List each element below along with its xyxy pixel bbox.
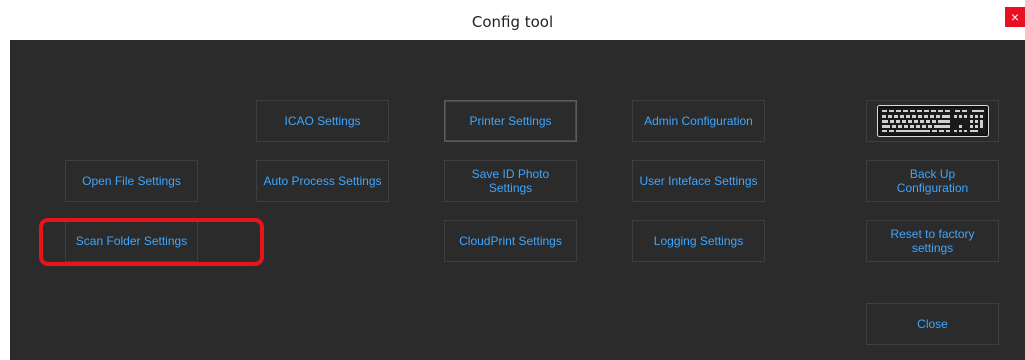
- open-file-settings-button[interactable]: Open File Settings: [65, 160, 198, 202]
- title-bar: Config tool ×: [0, 0, 1025, 40]
- keyboard-icon: [876, 105, 989, 137]
- cloudprint-settings-label: CloudPrint Settings: [459, 234, 562, 248]
- auto-process-settings-label: Auto Process Settings: [263, 174, 382, 188]
- close-label: Close: [917, 317, 948, 331]
- back-up-configuration-label: Back Up Configuration: [896, 167, 969, 195]
- printer-settings-button[interactable]: Printer Settings: [444, 100, 577, 142]
- save-id-photo-settings-label: Save ID Photo Settings: [471, 167, 550, 195]
- user-interface-settings-label: User Inteface Settings: [639, 174, 758, 188]
- logging-settings-label: Logging Settings: [653, 234, 744, 248]
- cloudprint-settings-button[interactable]: CloudPrint Settings: [444, 220, 577, 262]
- reset-to-factory-settings-button[interactable]: Reset to factory settings: [866, 220, 999, 262]
- keyboard-button[interactable]: [866, 100, 999, 142]
- close-button[interactable]: Close: [866, 303, 999, 345]
- scan-folder-settings-button[interactable]: Scan Folder Settings: [65, 220, 198, 262]
- window-title: Config tool: [471, 13, 554, 31]
- scan-folder-settings-label: Scan Folder Settings: [75, 234, 188, 248]
- open-file-settings-label: Open File Settings: [82, 174, 181, 188]
- window-close-button[interactable]: ×: [1005, 7, 1025, 27]
- logging-settings-button[interactable]: Logging Settings: [632, 220, 765, 262]
- user-interface-settings-button[interactable]: User Inteface Settings: [632, 160, 765, 202]
- admin-configuration-button[interactable]: Admin Configuration: [632, 100, 765, 142]
- admin-configuration-label: Admin Configuration: [644, 114, 753, 128]
- reset-to-factory-settings-label: Reset to factory settings: [890, 227, 975, 255]
- back-up-configuration-button[interactable]: Back Up Configuration: [866, 160, 999, 202]
- printer-settings-label: Printer Settings: [469, 114, 552, 128]
- icao-settings-button[interactable]: ICAO Settings: [256, 100, 389, 142]
- auto-process-settings-button[interactable]: Auto Process Settings: [256, 160, 389, 202]
- icao-settings-label: ICAO Settings: [284, 114, 361, 128]
- save-id-photo-settings-button[interactable]: Save ID Photo Settings: [444, 160, 577, 202]
